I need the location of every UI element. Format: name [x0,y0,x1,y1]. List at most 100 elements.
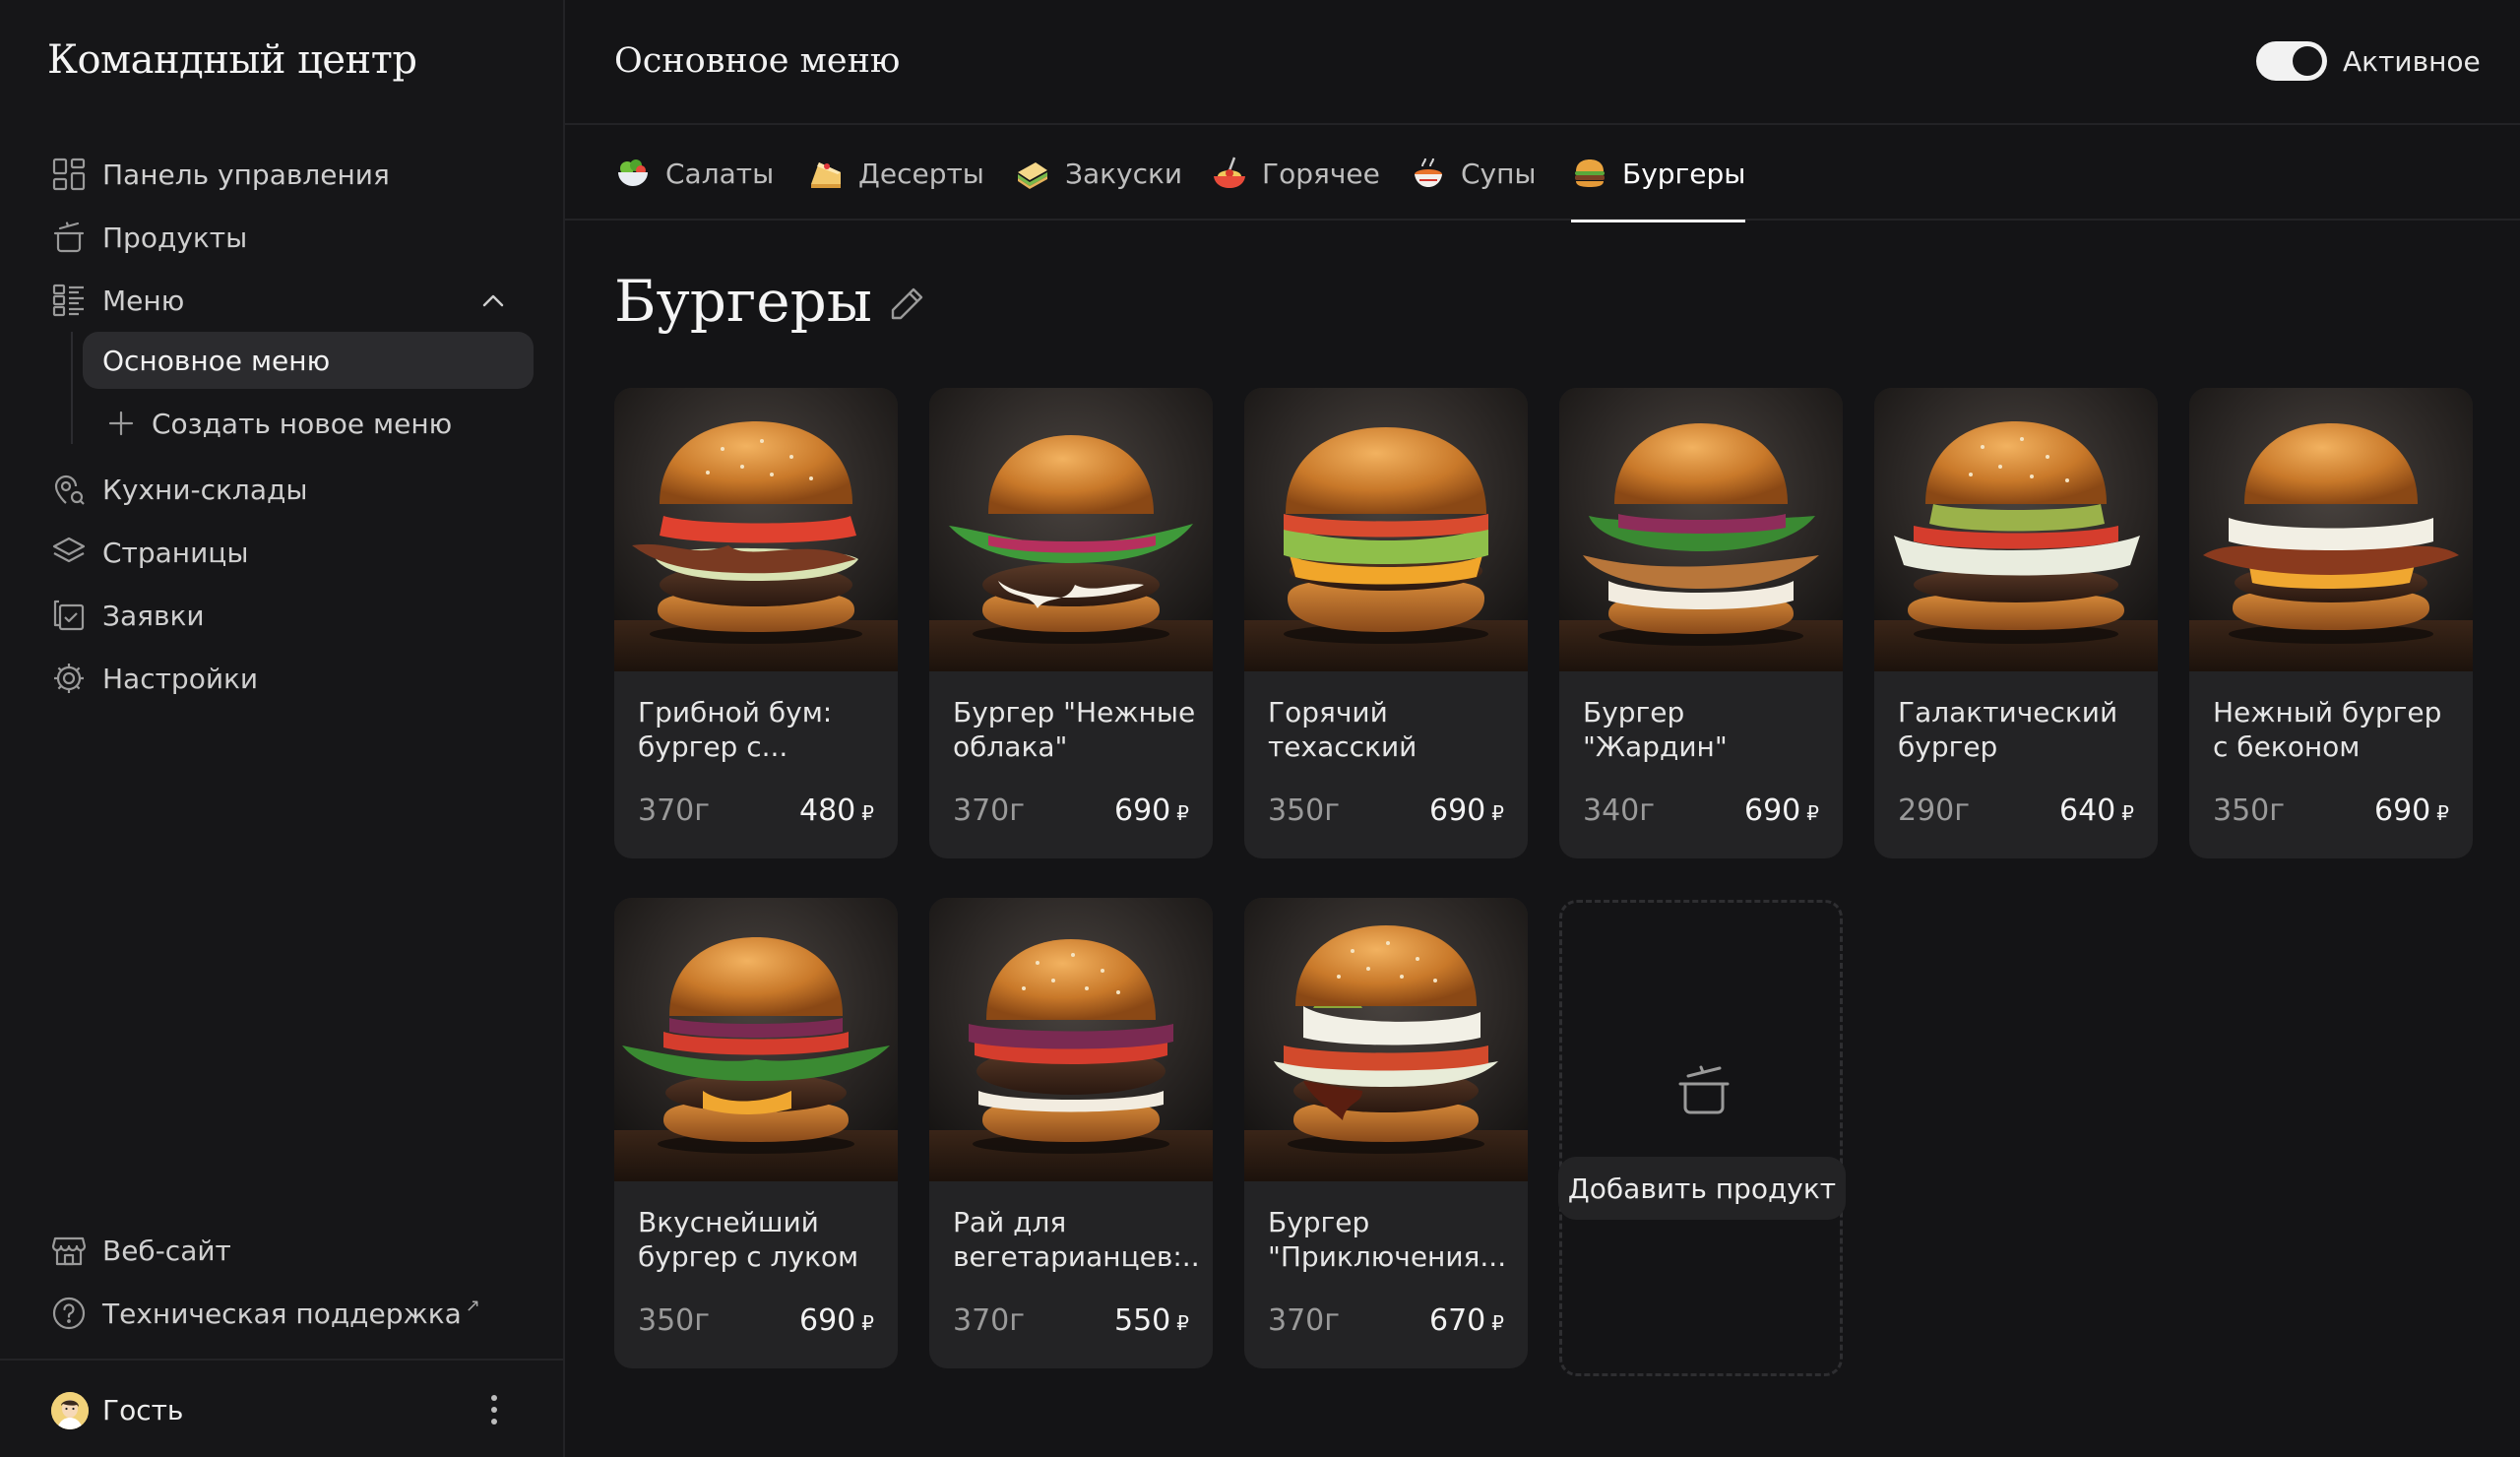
product-weight: 340г [1583,793,1656,828]
product-image [1874,388,2158,671]
product-image [2189,388,2473,671]
salad-icon [618,159,648,186]
top-bar: Основное меню Активное [565,0,2520,125]
product-name: Рай для вегетарианцев:... [953,1206,1199,1273]
product-image [614,388,898,671]
price-value: 480 [799,793,856,828]
layers-icon [52,537,86,563]
tab-salads[interactable]: Салаты [614,126,774,221]
product-weight: 350г [2213,793,2286,828]
category-tabs: Салаты Десерты Закуски Горячее Супы Бург… [565,126,2520,222]
sidebar-item-kitchens[interactable]: Кухни-склады [0,458,565,521]
sidebar-item-website[interactable]: Веб-сайт [0,1219,565,1282]
product-price: 670 ₽ [1429,1303,1504,1338]
soup-bowl-icon [1415,158,1442,187]
tab-hot[interactable]: Горячее [1211,126,1380,221]
tab-label: Десерты [858,157,984,190]
product-card[interactable]: Бургер "Нежные облака" 370г 690 ₽ [929,388,1213,858]
sidebar-item-dashboard[interactable]: Панель управления [0,143,565,206]
tab-label: Супы [1461,157,1537,190]
product-weight: 370г [953,1303,1026,1338]
product-name: Нежный бургер с беконом [2213,696,2442,763]
product-card[interactable]: Вкуснейший бургер с луком 350г 690 ₽ [614,898,898,1368]
price-value: 550 [1114,1303,1171,1338]
sidebar-item-orders[interactable]: Заявки [0,584,565,647]
currency-symbol: ₽ [1176,1311,1189,1335]
gear-icon [54,664,84,693]
currency-symbol: ₽ [1806,801,1819,825]
product-card[interactable]: Нежный бургер с беконом 350г 690 ₽ [2189,388,2473,858]
product-name: Бургер "Нежные облака" [953,696,1196,763]
pencil-icon[interactable] [886,284,927,325]
product-weight: 350г [1268,793,1341,828]
product-price: 690 ₽ [1114,793,1189,828]
add-product-card[interactable]: Добавить продукт [1558,900,1846,1376]
spaghetti-icon [1214,157,1245,188]
currency-symbol: ₽ [1176,801,1189,825]
chevron-up-icon[interactable] [478,286,508,316]
tab-snacks[interactable]: Закуски [1014,126,1182,221]
submenu-item-main-menu[interactable]: Основное меню [83,332,534,389]
more-options-icon[interactable] [482,1390,506,1429]
product-name: Грибной бум: бургер с... [638,696,833,763]
active-toggle[interactable] [2256,41,2327,81]
tab-burgers[interactable]: Бургеры [1571,126,1746,222]
product-price: 690 ₽ [799,1303,874,1338]
product-image [1244,388,1528,671]
submenu-item-label: Создать новое меню [152,407,453,440]
currency-symbol: ₽ [861,1311,874,1335]
create-menu-button[interactable]: Создать новое меню [83,395,534,452]
product-price: 690 ₽ [2374,793,2449,828]
pot-icon [53,222,85,253]
sidebar-item-products[interactable]: Продукты [0,206,565,269]
sidebar-item-label: Панель управления [102,158,390,191]
sidebar-item-menu[interactable]: Меню [0,269,565,332]
product-weight: 290г [1898,793,1971,828]
currency-symbol: ₽ [2121,801,2134,825]
price-value: 690 [2374,793,2431,828]
cake-icon [811,162,841,188]
price-value: 690 [1114,793,1171,828]
user-name: Гость [102,1394,184,1426]
product-name: Бургер "Жардин" [1583,696,1728,763]
product-image [1559,388,1843,671]
tab-label: Горячее [1262,157,1380,190]
checklist-icon [53,600,85,631]
menu-submenu: Основное меню Создать новое меню [0,332,565,452]
price-value: 640 [2059,793,2116,828]
product-name: Галактический бургер [1898,696,2118,763]
sidebar-item-support[interactable]: Техническая поддержка ↗ [0,1282,565,1345]
product-weight: 370г [1268,1303,1341,1338]
sidebar-item-label: Техническая поддержка [102,1297,462,1330]
product-card[interactable]: Горячий техасский бургер 350г 690₽ [1244,388,1528,858]
tab-soups[interactable]: Супы [1410,126,1537,221]
sidebar-item-settings[interactable]: Настройки [0,647,565,710]
product-image [1244,898,1528,1181]
section-title: Бургеры [614,268,872,335]
sidebar: Командный центр Панель управления Продук… [0,0,565,1457]
product-image [929,898,1213,1181]
active-toggle-label: Активное [2343,45,2481,78]
product-card[interactable]: Бургер "Приключения... 370г 670 ₽ [1244,898,1528,1368]
tab-label: Закуски [1065,157,1183,190]
price-value: 690 [1744,793,1801,828]
currency-symbol: ₽ [861,801,874,825]
sidebar-nav: Панель управления Продукты Меню Основное… [0,143,565,710]
sidebar-item-label: Меню [102,284,185,317]
product-name: Бургер "Приключения... [1268,1206,1507,1273]
sidebar-item-pages[interactable]: Страницы [0,521,565,584]
submenu-item-label: Основное меню [102,344,331,377]
avatar[interactable] [51,1392,89,1429]
tab-label: Бургеры [1622,157,1746,190]
user-bar: Гость [0,1359,563,1457]
sidebar-item-label: Продукты [102,221,248,254]
product-card[interactable]: Грибной бум: бургер с... 370г 480 ₽ [614,388,898,858]
product-card[interactable]: Бургер "Жардин" 340г 690 ₽ [1559,388,1843,858]
add-product-button[interactable]: Добавить продукт [1558,1157,1846,1220]
price-value: 690 [1429,793,1486,828]
sidebar-item-label: Заявки [102,599,205,632]
product-image [929,388,1213,671]
product-card[interactable]: Галактический бургер 290г 640 ₽ [1874,388,2158,858]
product-card[interactable]: Рай для вегетарианцев:... 370г 550 ₽ [929,898,1213,1368]
tab-desserts[interactable]: Десерты [807,126,984,221]
